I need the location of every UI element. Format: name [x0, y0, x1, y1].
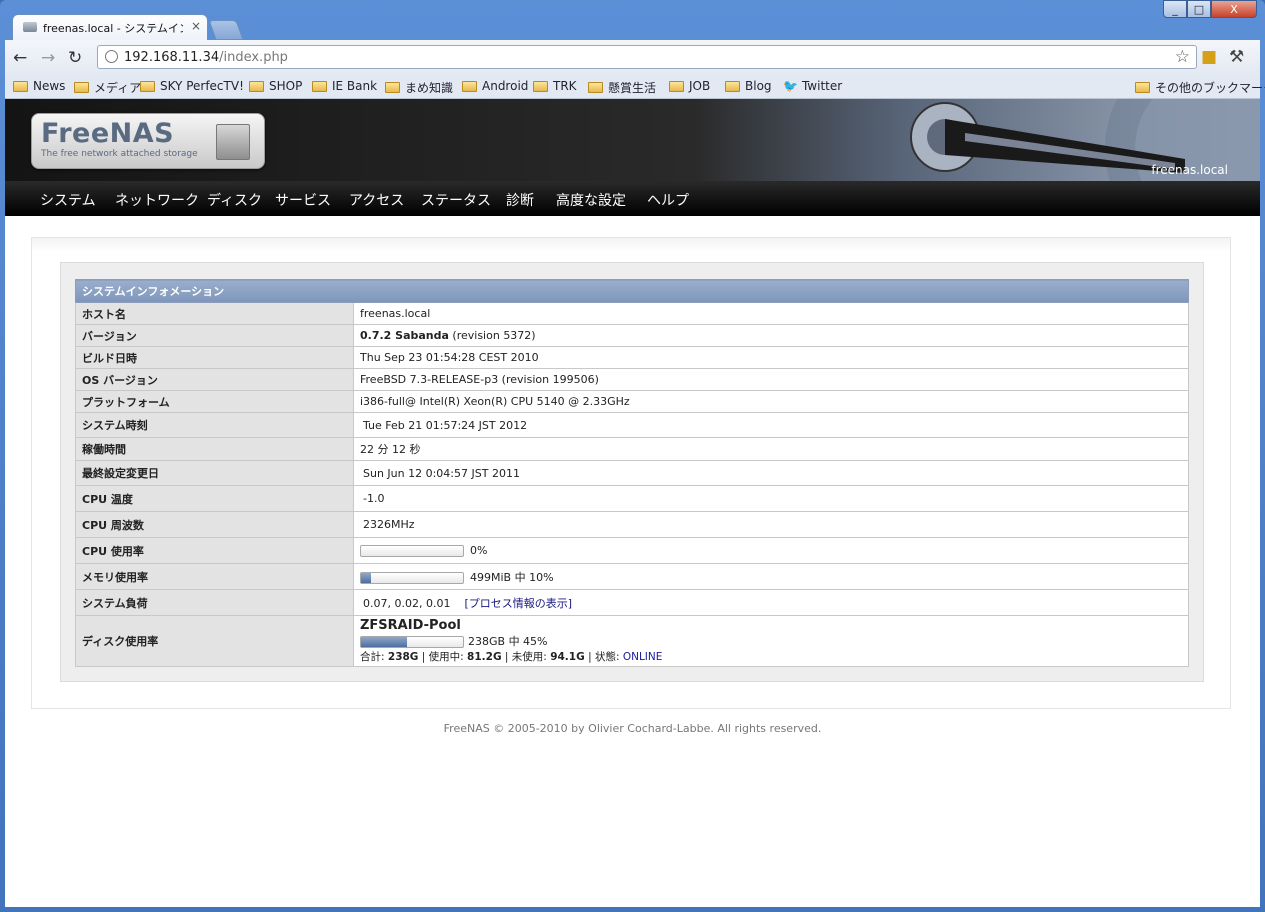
folder-icon — [13, 80, 28, 92]
cpu-usage-bar — [360, 545, 464, 557]
address-bar[interactable]: 192.168.11.34/index.php ☆ — [97, 45, 1197, 69]
maximize-button[interactable]: □ — [1187, 0, 1211, 18]
table-row: ホスト名 freenas.local — [75, 302, 1189, 325]
folder-icon — [385, 82, 400, 93]
bookmark-android[interactable]: Android — [462, 79, 528, 93]
menu-access[interactable]: アクセス — [349, 190, 404, 210]
bookmark-twitter[interactable]: 🐦 Twitter — [783, 79, 842, 93]
title-bar: freenas.local - システムインフォ × _ □ X — [0, 0, 1265, 40]
bookmark-kensho[interactable]: 懸賞生活 — [588, 79, 656, 96]
tab-close-icon[interactable]: × — [191, 19, 201, 33]
menu-system[interactable]: システム — [40, 190, 96, 210]
table-row: システム時刻 Tue Feb 21 01:57:24 JST 2012 — [75, 412, 1189, 438]
table-row: メモリ使用率 499MiB 中 10% — [75, 563, 1189, 590]
folder-icon — [669, 80, 684, 92]
folder-icon — [588, 82, 603, 93]
browser-tab[interactable]: freenas.local - システムインフォ × — [12, 14, 208, 40]
table-row: 最終設定変更日 Sun Jun 12 0:04:57 JST 2011 — [75, 460, 1189, 486]
freenas-favicon-icon — [23, 22, 37, 32]
close-window-button[interactable]: X — [1211, 0, 1257, 18]
folder-icon — [1135, 82, 1150, 93]
menu-disk[interactable]: ディスク — [207, 190, 262, 210]
header-hostname: freenas.local — [1151, 163, 1228, 177]
bookmark-job[interactable]: JOB — [669, 79, 710, 93]
menu-status[interactable]: ステータス — [421, 190, 491, 210]
wrench-icon[interactable]: ⚒ — [1229, 47, 1244, 67]
table-row: CPU 周波数 2326MHz — [75, 511, 1189, 538]
freenas-header: FreeNAS The free network attached storag… — [5, 99, 1260, 209]
window-controls: _ □ X — [1163, 0, 1257, 20]
folder-icon — [533, 80, 548, 92]
footer-copyright: FreeNAS © 2005-2010 by Olivier Cochard-L… — [443, 722, 822, 735]
browser-toolbar: ← → ↻ 192.168.11.34/index.php ☆ ■ ⚒ — [5, 40, 1260, 76]
folder-icon — [462, 80, 477, 92]
bookmark-sky[interactable]: SKY PerfecTV! — [140, 79, 244, 93]
menu-network[interactable]: ネットワーク — [115, 190, 199, 210]
table-row: 稼働時間 22 分 12 秒 — [75, 437, 1189, 461]
reload-icon[interactable]: ↻ — [68, 48, 82, 68]
table-row: OS バージョン FreeBSD 7.3-RELEASE-p3 (revisio… — [75, 368, 1189, 391]
folder-icon — [74, 82, 89, 93]
process-info-link[interactable]: [プロセス情報の表示] — [464, 597, 572, 610]
content-area: システムインフォメーション ホスト名 freenas.local バージョン 0… — [31, 237, 1231, 709]
url-text[interactable]: 192.168.11.34/index.php — [124, 50, 288, 65]
minimize-button[interactable]: _ — [1163, 0, 1187, 18]
page-viewport: FreeNAS The free network attached storag… — [5, 99, 1260, 907]
system-info-table: システムインフォメーション ホスト名 freenas.local バージョン 0… — [75, 279, 1189, 667]
pool-name: ZFSRAID-Pool — [360, 618, 461, 633]
freenas-logo[interactable]: FreeNAS The free network attached storag… — [31, 113, 265, 169]
menu-help[interactable]: ヘルプ — [647, 190, 689, 210]
menu-services[interactable]: サービス — [275, 190, 331, 210]
folder-icon — [725, 80, 740, 92]
bookmark-media[interactable]: メディア — [74, 79, 141, 96]
table-row: ビルド日時 Thu Sep 23 01:54:28 CEST 2010 — [75, 346, 1189, 369]
memory-usage-bar — [360, 571, 464, 584]
forward-arrow-icon[interactable]: → — [41, 48, 55, 68]
bookmark-shop[interactable]: SHOP — [249, 79, 302, 93]
bookmarks-bar: News メディア SKY PerfecTV! SHOP IE Bank まめ知… — [5, 76, 1265, 99]
table-caption: システムインフォメーション — [75, 279, 1189, 303]
bookmark-other[interactable]: その他のブックマーク — [1135, 79, 1265, 96]
table-row: バージョン 0.7.2 Sabanda (revision 5372) — [75, 324, 1189, 347]
menu-advanced[interactable]: 高度な設定 — [556, 190, 626, 210]
browser-window: freenas.local - システムインフォ × _ □ X ← → ↻ 1… — [0, 0, 1265, 912]
disk-usage-bar — [360, 636, 464, 648]
page-action-icon[interactable]: ■ — [1201, 47, 1217, 67]
table-row: ディスク使用率 ZFSRAID-Pool 238GB 中 45% 合計: 238… — [75, 615, 1189, 667]
bookmark-mame[interactable]: まめ知識 — [385, 79, 453, 96]
folder-icon — [249, 80, 264, 92]
bookmark-star-icon[interactable]: ☆ — [1175, 47, 1190, 67]
bookmark-trk[interactable]: TRK — [533, 79, 577, 93]
new-tab-button[interactable] — [208, 20, 244, 40]
tab-title: freenas.local - システムインフォ — [43, 22, 183, 35]
table-row: CPU 温度 -1.0 — [75, 485, 1189, 512]
pool-state: ONLINE — [622, 651, 663, 663]
twitter-bird-icon: 🐦 — [783, 79, 798, 93]
globe-icon — [105, 50, 118, 63]
main-menu: システム ネットワーク ディスク サービス アクセス ステータス 診断 高度な設… — [5, 181, 1260, 216]
content-panel: システムインフォメーション ホスト名 freenas.local バージョン 0… — [60, 262, 1204, 682]
folder-icon — [140, 80, 155, 92]
table-row: システム負荷 0.07, 0.02, 0.01 [プロセス情報の表示] — [75, 589, 1189, 616]
bookmark-blog[interactable]: Blog — [725, 79, 772, 93]
folder-icon — [312, 80, 327, 92]
back-arrow-icon[interactable]: ← — [13, 48, 27, 68]
menu-diagnostics[interactable]: 診断 — [506, 190, 534, 210]
bookmark-iebank[interactable]: IE Bank — [312, 79, 377, 93]
table-row: CPU 使用率 0% — [75, 537, 1189, 564]
table-row: プラットフォーム i386-full@ Intel(R) Xeon(R) CPU… — [75, 390, 1189, 413]
server-icon — [216, 124, 250, 160]
bookmark-news[interactable]: News — [13, 79, 65, 93]
